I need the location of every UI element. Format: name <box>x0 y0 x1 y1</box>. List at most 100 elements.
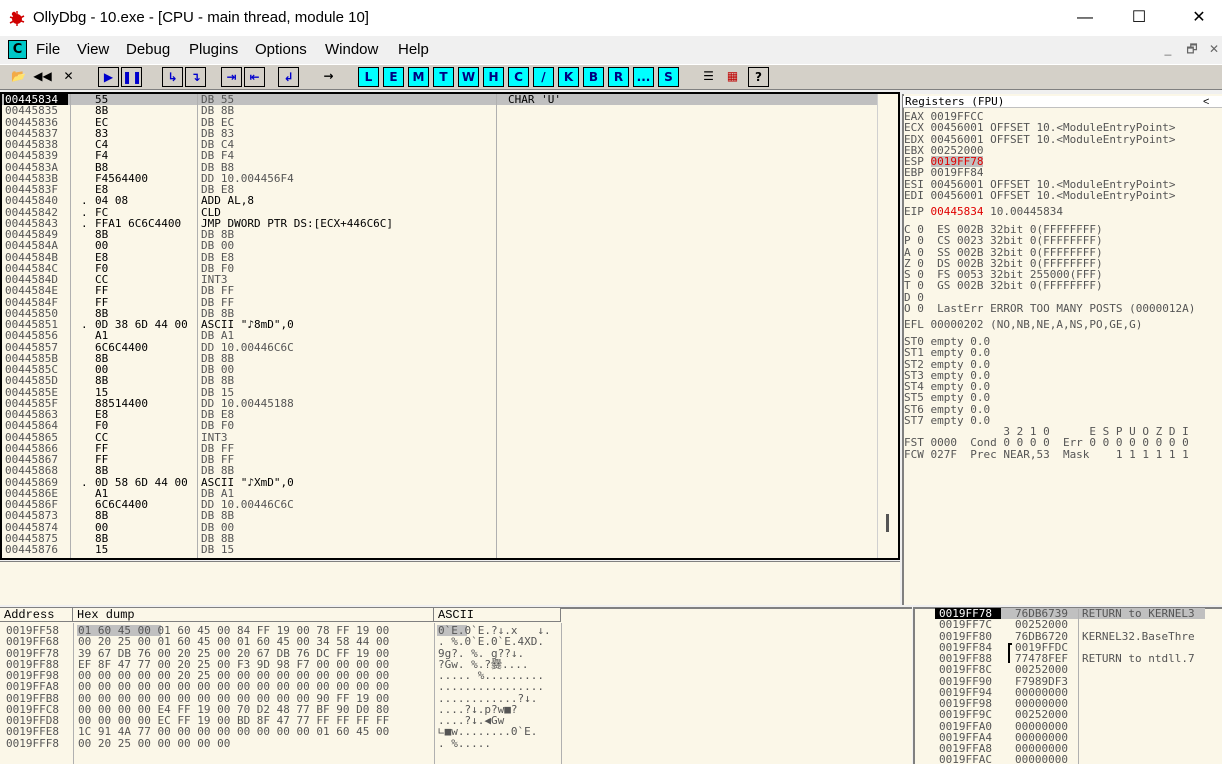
disasm-instruction[interactable]: DB 00 <box>201 522 495 533</box>
menu-plugins[interactable]: Plugins <box>189 41 238 58</box>
disasm-instruction[interactable]: DB 55 <box>201 94 495 105</box>
cpu-button[interactable]: C <box>508 67 529 87</box>
register-row[interactable]: EDX 00456001 OFFSET 10.<ModuleEntryPoint… <box>904 134 1220 145</box>
disasm-instruction[interactable]: DB E8 <box>201 409 495 420</box>
disasm-hex-bytes[interactable]: 55 <box>95 94 196 105</box>
stack-address[interactable]: 0019FFA8 <box>939 743 992 754</box>
fpu-register-row[interactable]: ST4 empty 0.0 <box>904 381 1220 392</box>
disasm-hex-bytes[interactable]: 83 <box>95 128 196 139</box>
disasm-instruction[interactable]: INT3 <box>201 274 495 285</box>
disasm-instruction[interactable]: DB F0 <box>201 420 495 431</box>
stack-value[interactable]: 00252000 <box>1015 709 1068 720</box>
disasm-instruction[interactable]: DB FF <box>201 454 495 465</box>
run-icon[interactable]: ▶ <box>98 67 119 87</box>
trace-into-icon[interactable]: ⇥ <box>221 67 242 87</box>
disasm-hex-bytes[interactable]: 0D 38 6D 44 00 <box>95 319 196 330</box>
stack-value[interactable]: 0019FFDC <box>1015 642 1068 653</box>
disasm-address[interactable]: 00445866 <box>5 443 69 454</box>
stack-comment[interactable] <box>1082 754 1204 764</box>
register-row[interactable]: EBP 0019FF84 <box>904 167 1220 178</box>
disasm-instruction[interactable]: DB FF <box>201 443 495 454</box>
dump-hex-row[interactable]: 00 00 00 00 00 00 00 00 00 00 00 00 00 0… <box>78 681 389 692</box>
disasm-instruction[interactable]: DB EC <box>201 117 495 128</box>
disasm-address[interactable]: 00445840 <box>5 195 69 206</box>
stack-address[interactable]: 0019FF7C <box>939 619 992 630</box>
disasm-hex-bytes[interactable]: 15 <box>95 387 196 398</box>
mdi-close-button[interactable]: ✕ <box>1206 41 1222 57</box>
disasm-hex-bytes[interactable]: 8B <box>95 533 196 544</box>
disasm-instruction[interactable]: DB 00 <box>201 240 495 251</box>
disasm-hex-bytes[interactable]: 8B <box>95 353 196 364</box>
disasm-address[interactable]: 00445875 <box>5 533 69 544</box>
references-button[interactable]: R <box>608 67 629 87</box>
disasm-instruction[interactable]: DB 00 <box>201 364 495 375</box>
disasm-hex-bytes[interactable]: F0 <box>95 263 196 274</box>
step-over-icon[interactable]: ↴ <box>185 67 206 87</box>
dump-ascii-row[interactable]: ?Gw. %.?爨.... <box>438 659 560 670</box>
disasm-address[interactable]: 0044583A <box>5 162 69 173</box>
maximize-button[interactable]: ☐ <box>1116 0 1162 36</box>
stack-comment[interactable] <box>1082 698 1204 709</box>
dump-header-hex[interactable]: Hex dump <box>73 608 434 622</box>
register-value[interactable]: 00252000 <box>931 145 984 156</box>
register-value[interactable]: 00456001 <box>931 122 984 133</box>
efl-register[interactable]: EFL 00000202 (NO,NB,NE,A,NS,PO,GE,G) <box>904 319 1220 331</box>
menu-help[interactable]: Help <box>398 41 429 58</box>
stack-value[interactable]: 00000000 <box>1015 698 1068 709</box>
disasm-address[interactable]: 0044583F <box>5 184 69 195</box>
stack-address[interactable]: 0019FF78 <box>939 608 992 619</box>
dump-address[interactable]: 0019FF78 <box>6 648 59 659</box>
patches-button[interactable]: / <box>533 67 554 87</box>
restart-icon[interactable]: ◀◀ <box>32 67 53 87</box>
fpu-register-row[interactable]: ST6 empty 0.0 <box>904 404 1220 415</box>
executable-modules-button[interactable]: E <box>383 67 404 87</box>
disasm-instruction[interactable]: ADD AL,8 <box>201 195 495 206</box>
disasm-hex-bytes[interactable]: F4564400 <box>95 173 196 184</box>
fpu-register-row[interactable]: ST7 empty 0.0 <box>904 415 1220 426</box>
register-value[interactable]: 00456001 <box>931 179 984 190</box>
menu-file[interactable]: File <box>36 41 60 58</box>
mdi-minimize-button[interactable]: _ <box>1160 41 1176 57</box>
stack-comment[interactable] <box>1082 732 1204 743</box>
disasm-hex-bytes[interactable]: EC <box>95 117 196 128</box>
register-row[interactable]: EDI 00456001 OFFSET 10.<ModuleEntryPoint… <box>904 190 1220 201</box>
memory-map-button[interactable]: M <box>408 67 429 87</box>
disasm-address[interactable]: 00445864 <box>5 420 69 431</box>
flag-row[interactable]: C 0 ES 002B 32bit 0(FFFFFFFF) <box>904 224 1220 235</box>
threads-button[interactable]: T <box>433 67 454 87</box>
disasm-hex-bytes[interactable]: 8B <box>95 465 196 476</box>
disasm-instruction[interactable]: JMP DWORD PTR DS:[ECX+446C6C] <box>201 218 495 229</box>
disasm-instruction[interactable]: DB FF <box>201 285 495 296</box>
stack-address[interactable]: 0019FF80 <box>939 631 992 642</box>
disasm-hex-bytes[interactable]: 8B <box>95 229 196 240</box>
step-into-icon[interactable]: ↳ <box>162 67 183 87</box>
dump-address[interactable]: 0019FF68 <box>6 636 59 647</box>
open-file-icon[interactable]: 📂 <box>8 67 29 87</box>
disasm-instruction[interactable]: DB 15 <box>201 544 495 555</box>
fpu-register-row[interactable]: ST3 empty 0.0 <box>904 370 1220 381</box>
disasm-instruction[interactable]: DB F0 <box>201 263 495 274</box>
disasm-instruction-column[interactable]: DB 55 DB 8B DB EC DB 83 DB C4 DB F4 DB B8 DD 10… <box>201 94 495 558</box>
dump-ascii-row[interactable]: ....?↓.◀Gw <box>438 715 560 726</box>
disasm-instruction[interactable]: DD 10.004456F4 <box>201 173 495 184</box>
dump-address[interactable]: 0019FFE8 <box>6 726 59 737</box>
dump-hex-row[interactable]: 00 00 00 00 E4 FF 19 00 70 D2 48 77 BF 9… <box>78 704 389 715</box>
disasm-address[interactable]: 00445876 <box>5 544 69 555</box>
trace-over-icon[interactable]: ⇤ <box>244 67 265 87</box>
disasm-address[interactable]: 00445865 <box>5 432 69 443</box>
stack-address[interactable]: 0019FF9C <box>939 709 992 720</box>
dump-address[interactable]: 0019FF58 <box>6 625 59 636</box>
stack-comment[interactable] <box>1082 642 1204 653</box>
disasm-address[interactable]: 00445836 <box>5 117 69 128</box>
stack-address[interactable]: 0019FFAC <box>939 754 992 764</box>
disasm-hex-bytes[interactable]: CC <box>95 432 196 443</box>
disasm-instruction[interactable]: DB A1 <box>201 488 495 499</box>
disasm-address[interactable]: 00445857 <box>5 342 69 353</box>
stack-value[interactable]: 76DB6720 <box>1015 631 1068 642</box>
fpu-register-row[interactable]: ST1 empty 0.0 <box>904 347 1220 358</box>
stack-value[interactable]: 00000000 <box>1015 754 1068 764</box>
stack-value[interactable]: 00000000 <box>1015 743 1068 754</box>
menu-view[interactable]: View <box>77 41 109 58</box>
disasm-address[interactable]: 0044584C <box>5 263 69 274</box>
flag-row[interactable]: D 0 <box>904 292 1220 303</box>
